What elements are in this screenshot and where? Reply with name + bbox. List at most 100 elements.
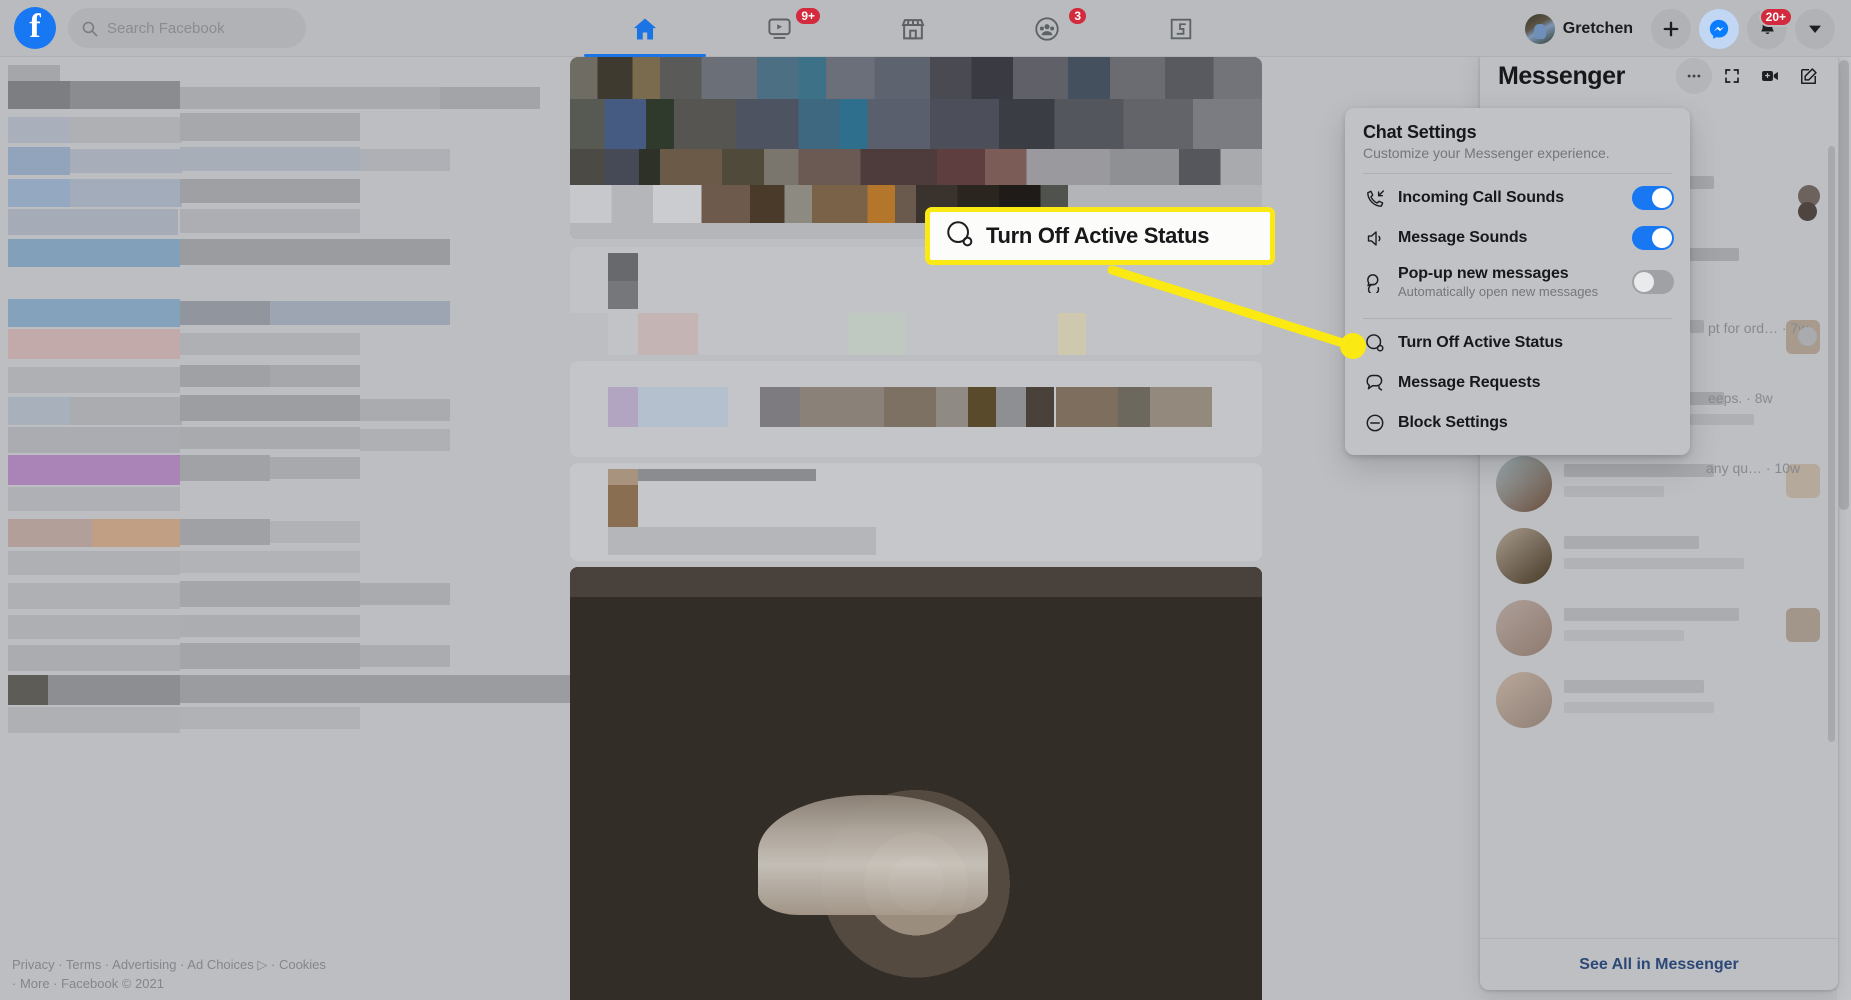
see-all-in-messenger-link[interactable]: See All in Messenger <box>1480 938 1838 990</box>
avatar <box>1496 528 1552 584</box>
divider <box>1363 173 1672 174</box>
nav-tab-home[interactable] <box>578 0 712 57</box>
setting-labels: Incoming Call Sounds <box>1398 189 1632 207</box>
unread-dot <box>1798 202 1817 221</box>
footer-line-1[interactable]: Privacy · Terms · Advertising · Ad Choic… <box>12 957 326 972</box>
account-menu-button[interactable] <box>1795 8 1835 49</box>
messenger-header: Messenger <box>1480 50 1838 102</box>
toggle-knob <box>1652 228 1672 248</box>
messenger-title: Messenger <box>1498 61 1626 90</box>
home-icon <box>633 18 657 39</box>
messenger-expand-button[interactable] <box>1714 58 1750 94</box>
conversation-snippet: any qu… · 10w <box>1706 460 1801 476</box>
avatar <box>1524 13 1555 44</box>
divider <box>1363 318 1672 319</box>
setting-popup-new-messages[interactable]: Pop-up new messages Automatically open n… <box>1345 258 1690 306</box>
messenger-header-actions <box>1676 58 1826 94</box>
chevron-down-icon <box>1809 25 1821 33</box>
menu-item-label: Message Requests <box>1398 374 1541 391</box>
setting-label: Pop-up new messages <box>1398 265 1569 282</box>
list-item[interactable] <box>1490 664 1828 736</box>
toggle-knob <box>1652 188 1672 208</box>
search-input[interactable]: Search Facebook <box>68 8 306 48</box>
menu-item-turn-off-active-status[interactable]: Turn Off Active Status <box>1345 323 1690 363</box>
messenger-icon <box>1709 19 1729 39</box>
profile-name: Gretchen <box>1562 19 1633 37</box>
setting-message-sounds[interactable]: Message Sounds <box>1345 218 1690 258</box>
menu-item-labels: Message Requests <box>1398 374 1674 392</box>
messenger-video-chat-button[interactable] <box>1752 58 1788 94</box>
nav-tab-groups[interactable]: 3 <box>980 0 1114 57</box>
block-icon <box>1361 412 1389 434</box>
menu-item-message-requests[interactable]: Message Requests <box>1345 363 1690 403</box>
menu-item-block-settings[interactable]: Block Settings <box>1345 403 1690 443</box>
footer-line-2[interactable]: · More · Facebook © 2021 <box>12 976 164 991</box>
ellipsis-icon <box>1687 74 1701 78</box>
setting-labels: Pop-up new messages Automatically open n… <box>1398 265 1632 299</box>
list-item[interactable] <box>1490 520 1828 592</box>
main-nav-tabs: 9+ 3 <box>578 0 1248 57</box>
callout-label: Turn Off Active Status <box>986 223 1210 248</box>
nav-tab-marketplace[interactable] <box>846 0 980 57</box>
storefront-icon <box>901 18 925 39</box>
menu-item-labels: Block Settings <box>1398 414 1674 432</box>
chat-settings-subtitle: Customize your Messenger experience. <box>1363 145 1610 161</box>
search-icon <box>82 21 98 36</box>
thumbnail <box>1786 608 1820 642</box>
popup-new-messages-toggle[interactable] <box>1632 270 1674 294</box>
messenger-new-message-button[interactable] <box>1790 58 1826 94</box>
nav-tab-gaming[interactable] <box>1114 0 1248 57</box>
notifications-badge: 20+ <box>1758 6 1793 27</box>
avatar <box>1496 672 1552 728</box>
avatar <box>1496 600 1552 656</box>
conversation-snippet: eeps. · 8w <box>1708 390 1773 406</box>
speaker-icon <box>1361 228 1389 249</box>
seen-check-icon <box>1798 327 1817 346</box>
watch-badge: 9+ <box>794 6 822 26</box>
facebook-page: Search Facebook 9+ <box>0 0 1851 1000</box>
toggle-knob <box>1634 272 1654 292</box>
feed-post-photo-large <box>570 567 1262 1000</box>
chat-settings-title: Chat Settings <box>1363 122 1477 142</box>
facebook-logo-icon[interactable] <box>14 7 56 49</box>
messenger-button[interactable] <box>1699 8 1739 49</box>
create-button[interactable] <box>1651 8 1691 49</box>
list-item[interactable] <box>1490 448 1828 520</box>
nav-tab-watch[interactable]: 9+ <box>712 0 846 57</box>
popup-bubbles-icon <box>1361 271 1389 293</box>
compose-icon <box>1800 67 1817 84</box>
callout-turn-off-active-status: Turn Off Active Status <box>925 207 1275 265</box>
video-plus-icon <box>1762 71 1778 81</box>
news-feed <box>570 57 1262 1000</box>
menu-item-labels: Turn Off Active Status <box>1398 334 1674 352</box>
chat-settings-menu: Chat Settings Customize your Messenger e… <box>1345 108 1690 455</box>
footer-links: Privacy · Terms · Advertising · Ad Choic… <box>12 956 432 994</box>
notifications-button[interactable]: 20+ <box>1747 6 1793 49</box>
page-scrollbar-thumb[interactable] <box>1839 60 1849 510</box>
gaming-icon <box>1170 18 1192 39</box>
profile-chip[interactable]: Gretchen <box>1521 10 1643 48</box>
message-requests-icon <box>1361 372 1389 394</box>
incoming-call-sounds-toggle[interactable] <box>1632 186 1674 210</box>
search-placeholder: Search Facebook <box>107 19 225 37</box>
groups-icon <box>1035 16 1059 41</box>
menu-item-label: Turn Off Active Status <box>1398 334 1563 351</box>
video-play-icon <box>767 18 791 39</box>
facebook-top-navigation: Search Facebook 9+ <box>0 0 1851 57</box>
feed-post-text-3 <box>570 463 1262 561</box>
incoming-call-icon <box>1361 188 1389 209</box>
setting-incoming-call-sounds[interactable]: Incoming Call Sounds <box>1345 178 1690 218</box>
setting-label: Message Sounds <box>1398 229 1528 246</box>
message-sounds-toggle[interactable] <box>1632 226 1674 250</box>
expand-icon <box>1725 69 1739 83</box>
plus-icon <box>1663 21 1679 36</box>
setting-description: Automatically open new messages <box>1398 284 1599 299</box>
messenger-options-button[interactable] <box>1676 58 1712 94</box>
setting-label: Incoming Call Sounds <box>1398 189 1565 206</box>
groups-badge: 3 <box>1067 6 1088 26</box>
menu-item-label: Block Settings <box>1398 414 1508 431</box>
messenger-scrollbar[interactable] <box>1828 146 1835 742</box>
left-sidebar <box>0 57 570 1000</box>
list-item[interactable] <box>1490 592 1828 664</box>
callout-target-dot <box>1340 333 1366 359</box>
